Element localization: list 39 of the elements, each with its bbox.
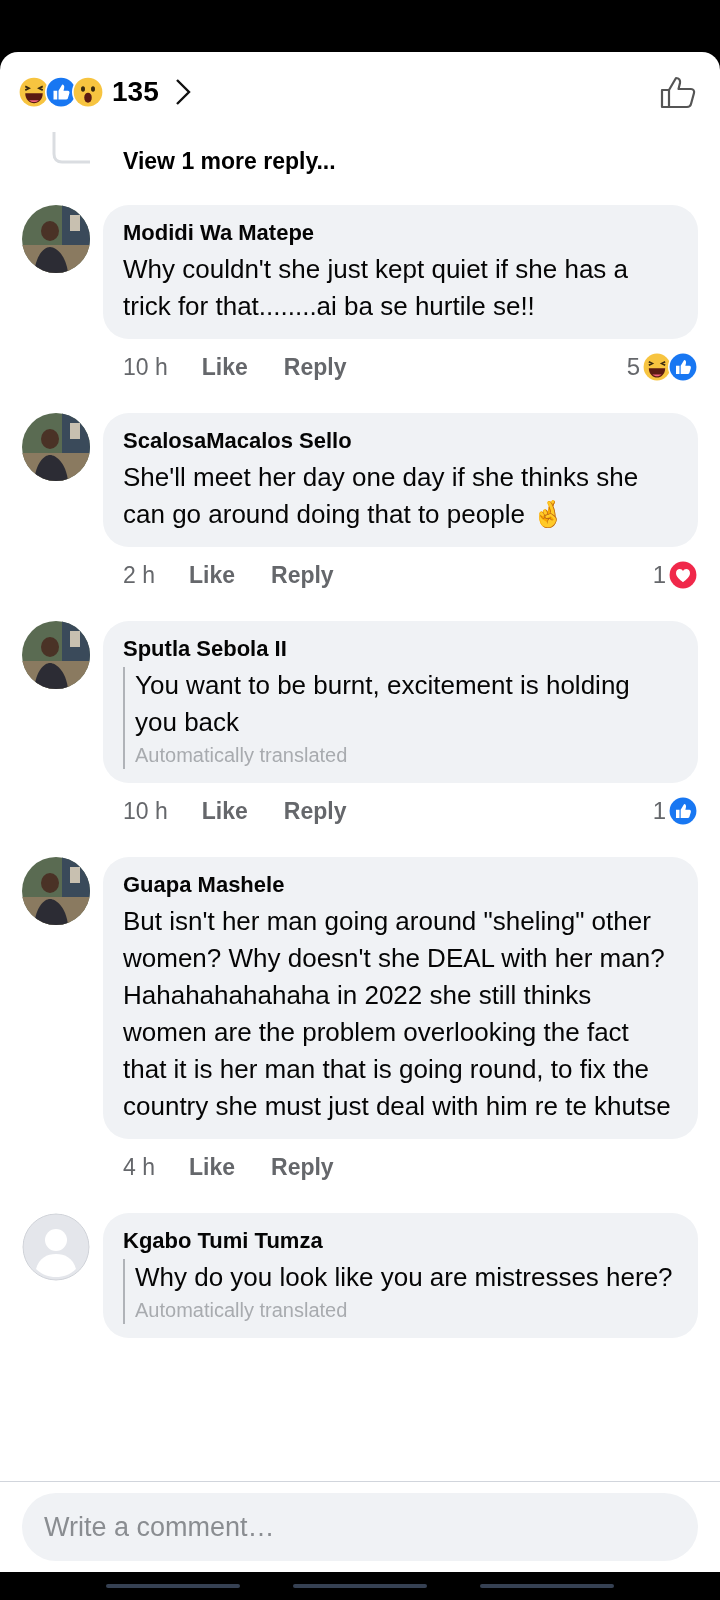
comment-field[interactable]: Write a comment… bbox=[22, 1493, 698, 1561]
timestamp: 10 h bbox=[123, 796, 168, 826]
reaction-count[interactable]: 135 bbox=[112, 71, 159, 113]
reaction-count[interactable]: 5 bbox=[626, 349, 640, 385]
reaction-count[interactable]: 1 bbox=[652, 793, 666, 829]
comment-text: She'll meet her day one day if she thinks she can go around doing that to people 🤞 bbox=[123, 461, 640, 531]
chevron-right-icon[interactable] bbox=[174, 78, 191, 106]
commenter-name[interactable]: Guapa Mashele bbox=[123, 869, 678, 901]
timestamp: 10 h bbox=[123, 352, 168, 382]
reply-link[interactable]: Reply bbox=[283, 349, 347, 385]
surprised-emoji-icon bbox=[73, 77, 103, 107]
comment-text: Why couldn't she just kept quiet if she has a trick for that........ai ba se hurtile se!! bbox=[123, 253, 630, 323]
like-link[interactable]: Like bbox=[201, 349, 248, 385]
like-link[interactable]: Like bbox=[201, 793, 248, 829]
comment-text: But isn't her man going around "sheling" other women? Why doesn't she DEAL with her man? Hahahahahahaha in 2022 she still thinks women are the problem overlooking the fact that it is her man that is going round, to fix the country she must just deal with him re te khutse bbox=[123, 905, 672, 1123]
thumbs-up-icon[interactable] bbox=[660, 75, 696, 109]
laughing-emoji-icon bbox=[19, 77, 49, 107]
thumbs-up-icon bbox=[669, 353, 697, 381]
commenter-name[interactable]: Kgabo Tumi Tumza bbox=[123, 1225, 678, 1257]
translation-note: Automatically translated bbox=[135, 743, 349, 768]
timestamp: 2 h bbox=[123, 560, 155, 590]
timestamp: 4 h bbox=[123, 1152, 155, 1182]
like-link[interactable]: Like bbox=[189, 1149, 235, 1185]
commenter-name[interactable]: Sputla Sebola II bbox=[123, 633, 678, 665]
reaction-count[interactable]: 1 bbox=[652, 557, 666, 593]
commenter-name[interactable]: ScalosaMacalos Sello bbox=[123, 425, 678, 457]
laughing-emoji-icon bbox=[643, 353, 671, 381]
avatar-icon bbox=[22, 1213, 90, 1281]
comment-text: You want to be burnt, excitement is holding you back bbox=[135, 669, 631, 739]
reply-link[interactable]: Reply bbox=[283, 793, 347, 829]
reply-link[interactable]: Reply bbox=[271, 557, 334, 593]
like-link[interactable]: Like bbox=[189, 557, 235, 593]
comment-text: Why do you look like you are mistresses here? bbox=[135, 1261, 674, 1294]
view-replies-link[interactable]: View 1 more reply... bbox=[123, 144, 336, 179]
reply-link[interactable]: Reply bbox=[271, 1149, 334, 1185]
translation-note: Automatically translated bbox=[135, 1298, 349, 1323]
commenter-name[interactable]: Modidi Wa Matepe bbox=[123, 217, 678, 249]
thumbs-up-icon bbox=[669, 797, 697, 825]
thread-line bbox=[52, 132, 92, 164]
